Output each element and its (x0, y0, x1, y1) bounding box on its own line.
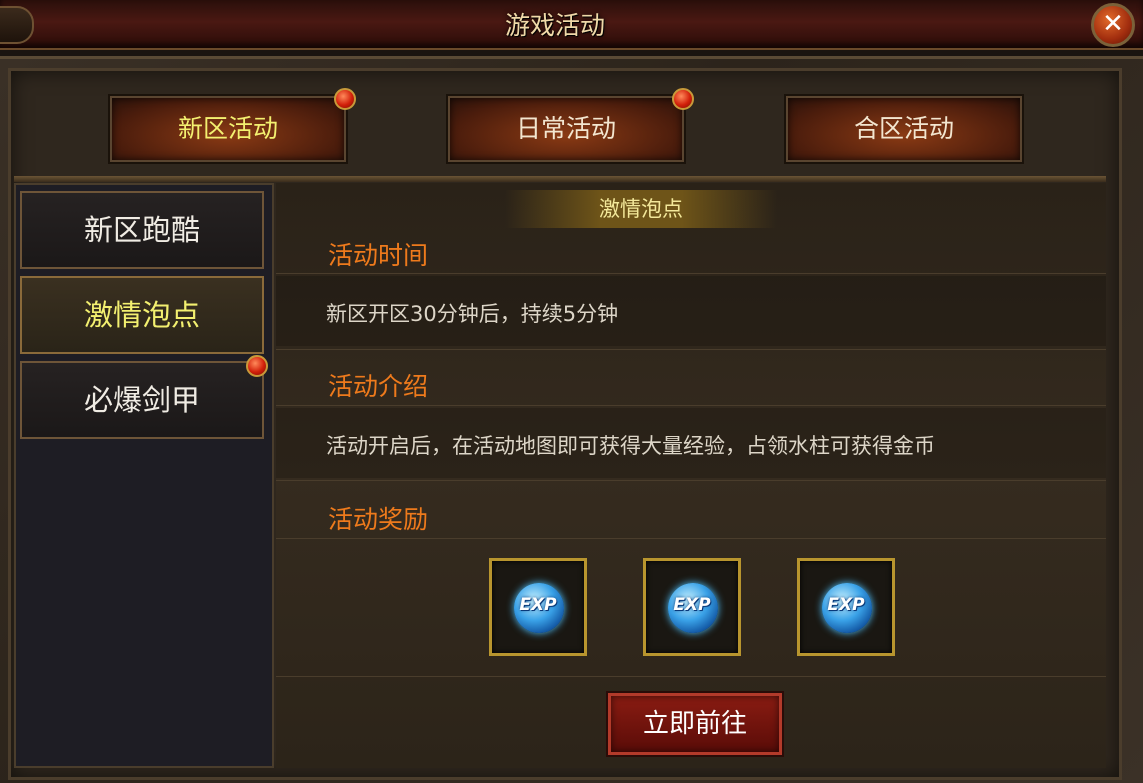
tab-daily[interactable]: 日常活动 (448, 96, 684, 162)
activity-intro-title: 活动介绍 (328, 372, 429, 401)
sidebar (14, 183, 274, 768)
activity-header: 激情泡点 (505, 190, 777, 228)
divider (276, 676, 1106, 677)
activity-time-text: 新区开区30分钟后，持续5分钟 (326, 302, 619, 326)
divider (276, 405, 1106, 406)
notification-dot-icon (246, 355, 268, 377)
sidebar-item-passion-afk[interactable]: 激情泡点 (20, 276, 264, 354)
window-title: 游戏活动 (504, 11, 605, 40)
go-now-button[interactable]: 立即前往 (608, 693, 782, 755)
divider (276, 480, 1106, 481)
reward-label: EXP (519, 595, 557, 615)
tab-new-server[interactable]: 新区活动 (110, 96, 346, 162)
sidebar-item-parkour[interactable]: 新区跑酷 (20, 191, 264, 269)
activity-intro-text: 活动开启后，在活动地图即可获得大量经验，占领水柱可获得金币 (326, 434, 935, 458)
tab-merge-server[interactable]: 合区活动 (786, 96, 1022, 162)
notification-dot-icon (334, 88, 356, 110)
activity-reward-title: 活动奖励 (328, 505, 429, 534)
sidebar-item-guaranteed-gear[interactable]: 必爆剑甲 (20, 361, 264, 439)
activity-time-title: 活动时间 (328, 241, 429, 270)
close-icon: ✕ (1102, 9, 1124, 39)
reward-slot[interactable]: EXP (797, 558, 895, 656)
reward-label: EXP (673, 595, 711, 615)
close-button[interactable]: ✕ (1091, 3, 1135, 47)
reward-slot[interactable]: EXP (489, 558, 587, 656)
reward-label: EXP (827, 595, 865, 615)
divider (276, 273, 1106, 274)
tab-divider (14, 176, 1106, 182)
notification-dot-icon (672, 88, 694, 110)
reward-slot[interactable]: EXP (643, 558, 741, 656)
divider (276, 349, 1106, 350)
divider (276, 538, 1106, 539)
title-bar: 游戏活动 (0, 0, 1143, 50)
